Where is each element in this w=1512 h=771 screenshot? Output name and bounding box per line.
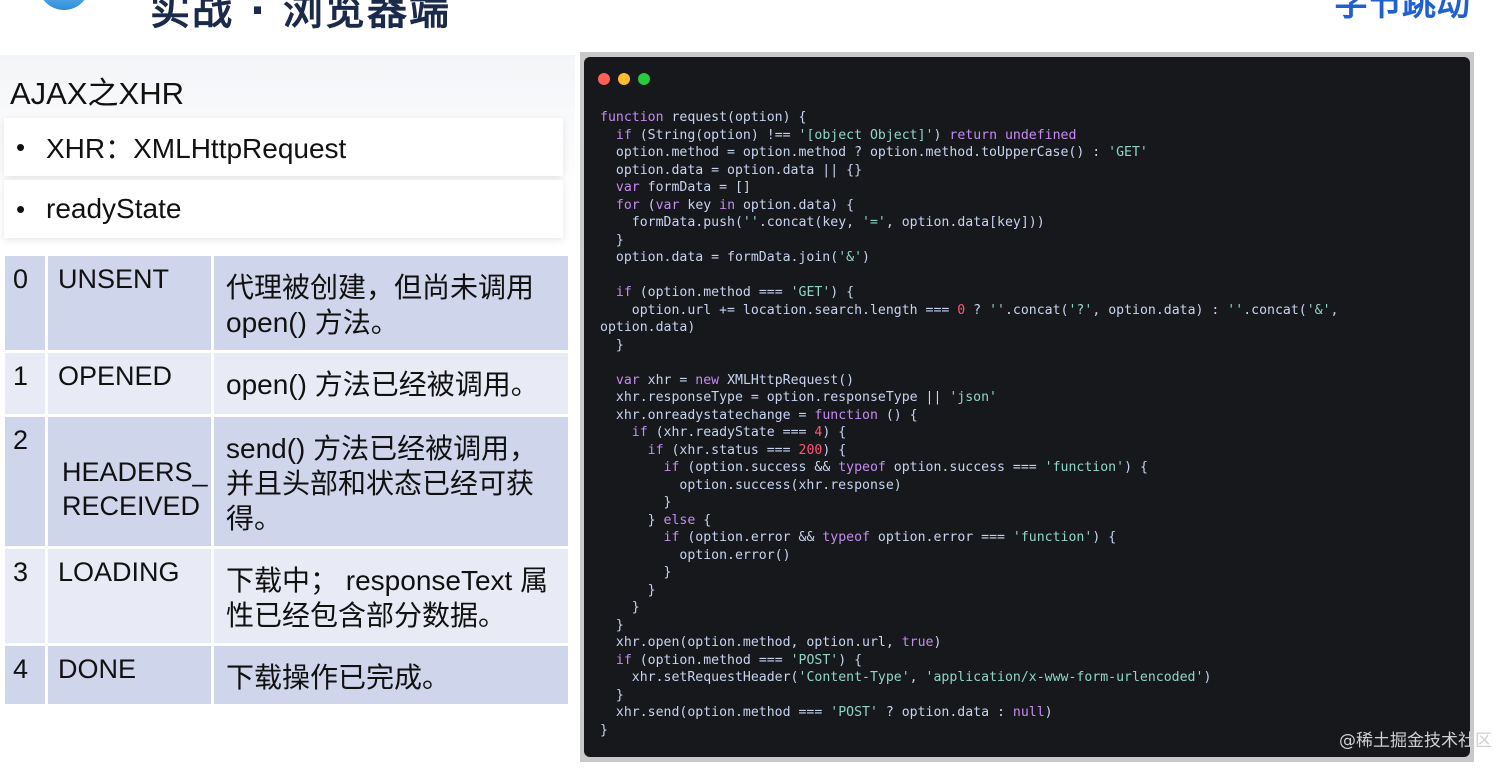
state-name: LOADING	[48, 549, 214, 646]
code-line: option.data)	[600, 320, 696, 335]
state-name: UNSENT	[48, 256, 214, 353]
code-line: xhr.send(option.method === 'POST' ? opti…	[600, 705, 1053, 720]
brand-name: 字节跳动	[1334, 0, 1470, 24]
table-row: 0 UNSENT 代理被创建，但尚未调用 open() 方法。	[5, 256, 571, 353]
table-row: 3 LOADING 下载中； responseText 属性已经包含部分数据。	[5, 549, 571, 646]
state-description: 下载中； responseText 属性已经包含部分数据。	[214, 549, 571, 646]
bullet-dot: •	[16, 193, 26, 224]
code-line: for (var key in option.data) {	[615, 197, 855, 213]
bullet-label: XHR：XMLHttpRequest	[46, 133, 347, 164]
code-line: }	[600, 600, 640, 615]
code-line: function request(option) {	[600, 110, 807, 125]
state-value: 2	[5, 417, 48, 549]
code-line: }	[600, 565, 672, 580]
maximize-dot-icon	[638, 73, 650, 85]
close-dot-icon	[598, 73, 610, 85]
code-line: option.error()	[600, 547, 791, 563]
section-title: AJAX之XHR	[10, 76, 184, 111]
code-block: function request(option) { if (String(op…	[600, 109, 1460, 739]
code-line: }	[600, 337, 624, 353]
code-line: if (String(option) !== '[object Object]'…	[615, 127, 1077, 143]
code-line: }	[600, 687, 624, 703]
code-line: }	[600, 617, 624, 633]
state-value: 3	[5, 549, 48, 646]
minimize-dot-icon	[618, 73, 630, 85]
bullet-label: readyState	[46, 193, 182, 224]
code-line: option.method = option.method ? option.m…	[600, 145, 1148, 160]
code-line: formData.push(''.concat(key, '=', option…	[600, 215, 1045, 230]
bullet-readystate: • readyState	[4, 180, 563, 238]
code-line: xhr.responseType = option.responseType |…	[600, 390, 997, 405]
table-row: 4 DONE 下载操作已完成。	[5, 646, 571, 707]
table-row: 2 HEADERS_ RECEIVED send() 方法已经被调用，并且头部和…	[5, 417, 571, 549]
state-name: DONE	[48, 646, 214, 707]
state-value: 1	[5, 353, 48, 417]
state-description: send() 方法已经被调用，并且头部和状态已经可获得。	[214, 417, 571, 549]
code-line: if (option.success && typeof option.succ…	[663, 460, 1148, 475]
state-description: open() 方法已经被调用。	[214, 353, 571, 417]
state-description: 代理被创建，但尚未调用 open() 方法。	[214, 256, 571, 353]
code-line: if (option.method === 'GET') {	[615, 285, 855, 300]
slide-header-title: 实战 · 浏览器端	[150, 0, 452, 34]
code-line: if (xhr.readyState === 4) {	[631, 425, 847, 440]
bullet-dot: •	[16, 131, 26, 162]
code-line: if (xhr.status === 200) {	[647, 442, 847, 458]
app-logo	[38, 0, 90, 10]
table-row: 1 OPENED open() 方法已经被调用。	[5, 353, 571, 417]
code-line: option.url += location.search.length ===…	[600, 302, 1339, 318]
code-line: }	[600, 582, 656, 598]
code-line: var xhr = new XMLHttpRequest()	[615, 372, 855, 388]
readystate-table: 0 UNSENT 代理被创建，但尚未调用 open() 方法。 1 OPENED…	[5, 256, 571, 707]
code-line: option.data = formData.join('&')	[600, 250, 870, 265]
code-line: }	[600, 495, 672, 510]
state-value: 0	[5, 256, 48, 353]
code-line: option.data = option.data || {}	[600, 162, 863, 178]
code-line: var formData = []	[615, 180, 751, 195]
state-name: HEADERS_ RECEIVED	[48, 417, 214, 549]
brand-bars-icon	[1262, 0, 1322, 10]
state-description: 下载操作已完成。	[214, 646, 571, 707]
code-line: if (option.method === 'POST') {	[615, 652, 863, 668]
code-line: }	[600, 232, 624, 248]
code-line: }	[600, 722, 608, 738]
state-name: OPENED	[48, 353, 214, 417]
state-value: 4	[5, 646, 48, 707]
code-line: if (option.error && typeof option.error …	[663, 530, 1117, 545]
code-line: xhr.setRequestHeader('Content-Type', 'ap…	[600, 670, 1212, 685]
code-line: xhr.open(option.method, option.url, true…	[600, 635, 942, 650]
code-window: function request(option) { if (String(op…	[584, 57, 1470, 757]
brand-logo: 字节跳动	[1262, 0, 1472, 24]
code-line: option.success(xhr.response)	[600, 477, 902, 493]
bullet-xhr: • XHR：XMLHttpRequest	[4, 118, 563, 176]
watermark: @稀土掘金技术社区	[1339, 731, 1492, 751]
code-line: } else {	[600, 512, 712, 528]
code-line: xhr.onreadystatechange = function () {	[600, 407, 918, 423]
